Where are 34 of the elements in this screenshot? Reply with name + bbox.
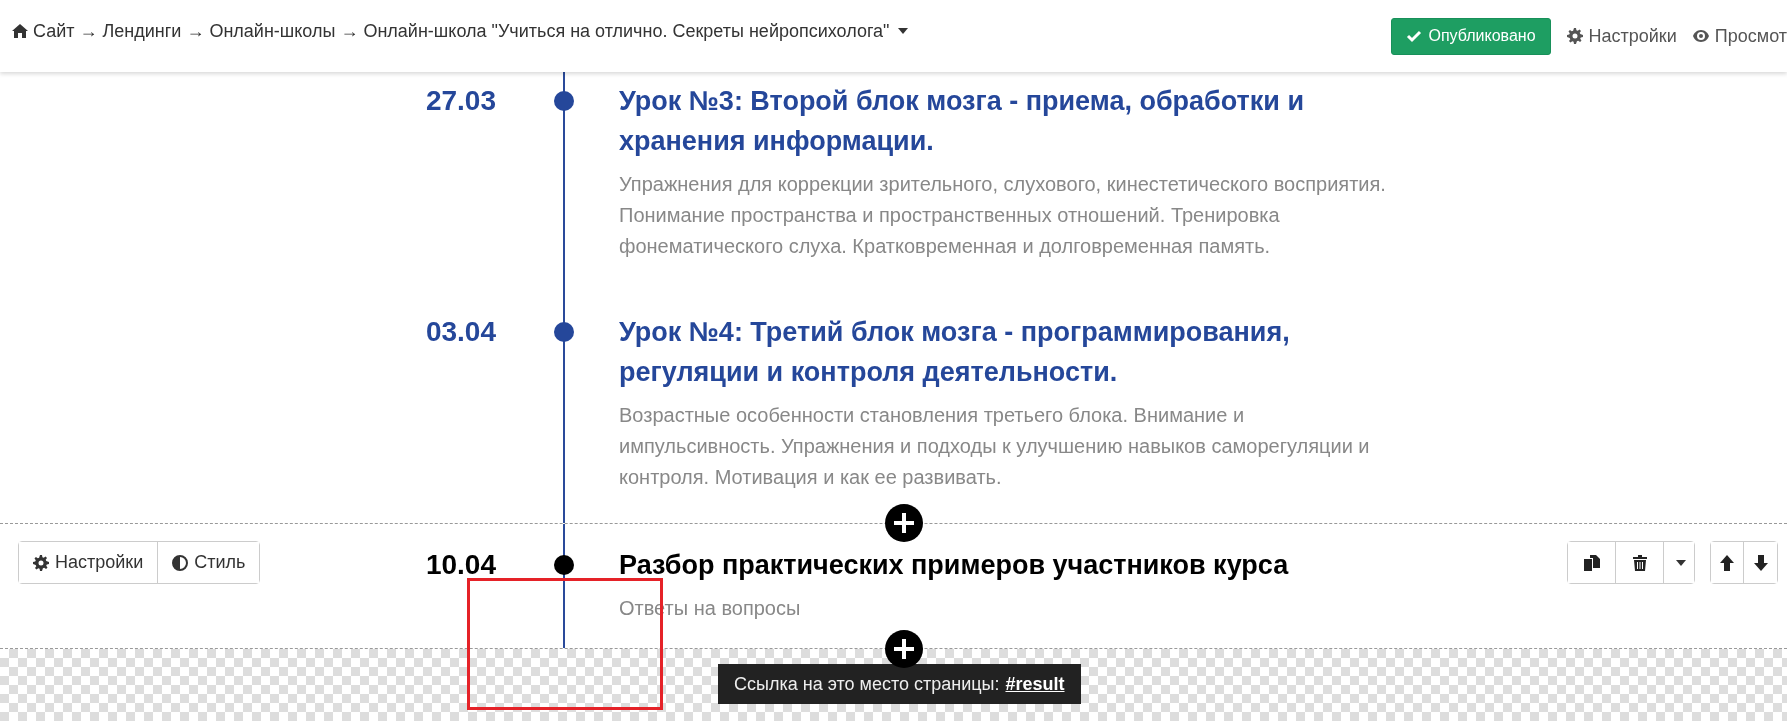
header-link[interactable]: Настройки: [1566, 25, 1677, 47]
timeline-dot: [554, 555, 574, 575]
lesson-description: Упражнения для коррекции зрительного, слухового, кинестетического восприятия. Понимание пространства и пространственных отношений. Тренировка фонематического слуха. Кратковременная и долговременная память.: [619, 172, 1387, 259]
settings-icon: [33, 554, 49, 571]
copy-button[interactable]: [1568, 542, 1616, 583]
add-block-button[interactable]: [885, 630, 923, 668]
lesson-date: 10.04: [425, 548, 496, 582]
timeline-dot: [554, 322, 574, 342]
copy-icon: [1583, 554, 1600, 571]
add-block-button[interactable]: [885, 504, 923, 542]
checkmark-icon: [1406, 28, 1423, 44]
move-up-button[interactable]: [1711, 542, 1744, 583]
trash-icon: [1631, 554, 1648, 571]
plus-icon: [894, 513, 914, 533]
lesson-date: 03.04: [425, 315, 496, 349]
contrast-icon: [172, 554, 189, 571]
caret-icon: [898, 28, 909, 34]
plus-icon: [894, 639, 914, 659]
timeline-dot: [554, 91, 574, 111]
lesson-title: Разбор практических примеров участников курса: [619, 549, 1290, 582]
block-toolbar-button[interactable]: Настройки: [19, 542, 159, 583]
settings-icon: [1566, 28, 1583, 44]
anchor-link[interactable]: #result: [1005, 673, 1065, 695]
header-link[interactable]: Просмот: [1692, 25, 1787, 47]
eye-icon: [1692, 28, 1709, 44]
lesson-title: Урок №4: Третий блок мозга - программирования, регуляции и контроля деятельности.: [619, 316, 1291, 389]
tooltip-text: Ссылка на это место страницы:: [734, 673, 1000, 695]
caret-icon: [1676, 559, 1686, 566]
arrow-down-icon: [1752, 554, 1769, 571]
lesson-date: 27.03: [425, 84, 496, 118]
lesson-title: Урок №3: Второй блок мозга - приема, обработки и хранения информации.: [619, 85, 1305, 158]
home-icon: [12, 23, 28, 39]
lesson-description: Возрастные особенности становления третьего блока. Внимание и импульсивность. Упражнения и подходы к улучшению навыков саморегуляции и контроля. Мотивация и как ее развивать.: [619, 403, 1371, 490]
arrow-up-icon: [1719, 554, 1735, 571]
